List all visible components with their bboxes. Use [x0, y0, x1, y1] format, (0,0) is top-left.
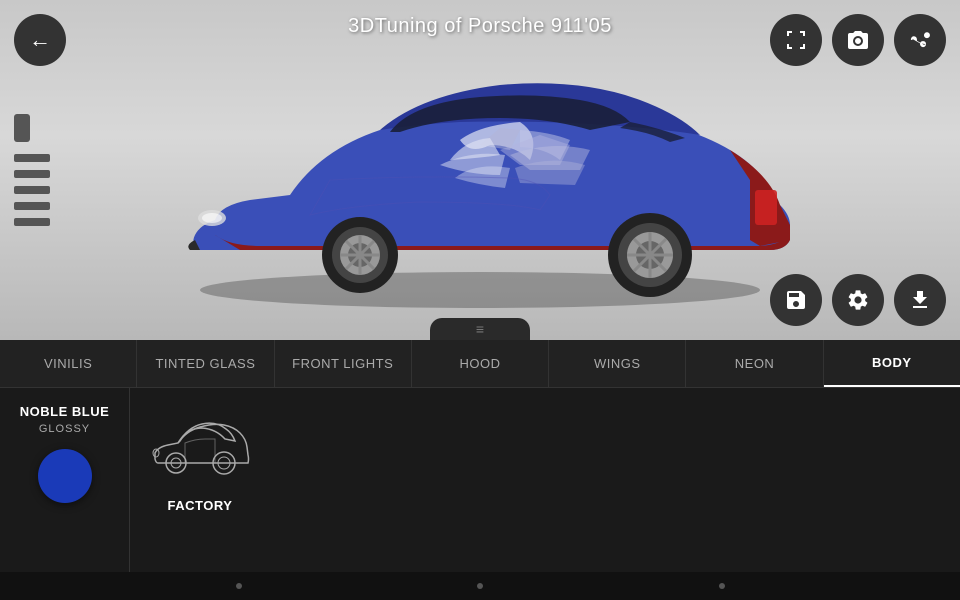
toolbar-btn-5[interactable] [14, 218, 50, 226]
nav-dot-1[interactable] [236, 583, 242, 589]
tab-tinted-glass[interactable]: TINTED GLASS [137, 340, 274, 387]
option-factory-label: FACTORY [168, 498, 233, 513]
back-button[interactable] [14, 14, 66, 66]
nav-dot-2[interactable] [477, 583, 483, 589]
bottom-panel: NOBLE BLUE GLOSSY [0, 388, 960, 600]
tab-body[interactable]: BODY [824, 340, 960, 387]
color-swatch[interactable] [38, 449, 92, 503]
options-area: FACTORY [130, 388, 960, 600]
viewer-title: 3DTuning of Porsche 911'05 [348, 15, 612, 38]
settings-button[interactable] [832, 274, 884, 326]
camera-icon [846, 28, 870, 52]
toolbar-handle[interactable] [14, 114, 30, 142]
car-area [160, 50, 800, 310]
nav-dot-3[interactable] [719, 583, 725, 589]
settings-icon [846, 288, 870, 312]
color-type: GLOSSY [39, 423, 90, 435]
share-icon [908, 28, 932, 52]
save-icon [784, 288, 808, 312]
left-toolbar [14, 114, 50, 226]
option-factory[interactable]: FACTORY [150, 408, 250, 513]
save-button[interactable] [770, 274, 822, 326]
car-viewer: 3DTuning of Porsche 911'05 [0, 0, 960, 340]
tab-wings[interactable]: WINGS [549, 340, 686, 387]
tab-hood[interactable]: HOOD [412, 340, 549, 387]
camera-button[interactable] [832, 14, 884, 66]
tab-front-lights[interactable]: FRONT LIGHTS [275, 340, 412, 387]
drag-handle[interactable] [430, 318, 530, 340]
color-sidebar: NOBLE BLUE GLOSSY [0, 388, 130, 600]
color-name: NOBLE BLUE [20, 404, 110, 419]
bottom-right-buttons [770, 274, 946, 326]
toolbar-btn-1[interactable] [14, 154, 50, 162]
tab-vinilis[interactable]: VINILIS [0, 340, 137, 387]
share-button[interactable] [894, 14, 946, 66]
toolbar-btn-4[interactable] [14, 202, 50, 210]
fullscreen-icon [784, 28, 808, 52]
toolbar-btn-3[interactable] [14, 186, 50, 194]
download-icon [908, 288, 932, 312]
tab-neon[interactable]: NEON [686, 340, 823, 387]
option-factory-thumbnail [150, 408, 250, 488]
tab-bar: VINILIS TINTED GLASS FRONT LIGHTS HOOD W… [0, 340, 960, 388]
bottom-nav [0, 572, 960, 600]
factory-car-icon [150, 411, 250, 486]
car-illustration [160, 50, 800, 310]
download-button[interactable] [894, 274, 946, 326]
toolbar-btn-2[interactable] [14, 170, 50, 178]
